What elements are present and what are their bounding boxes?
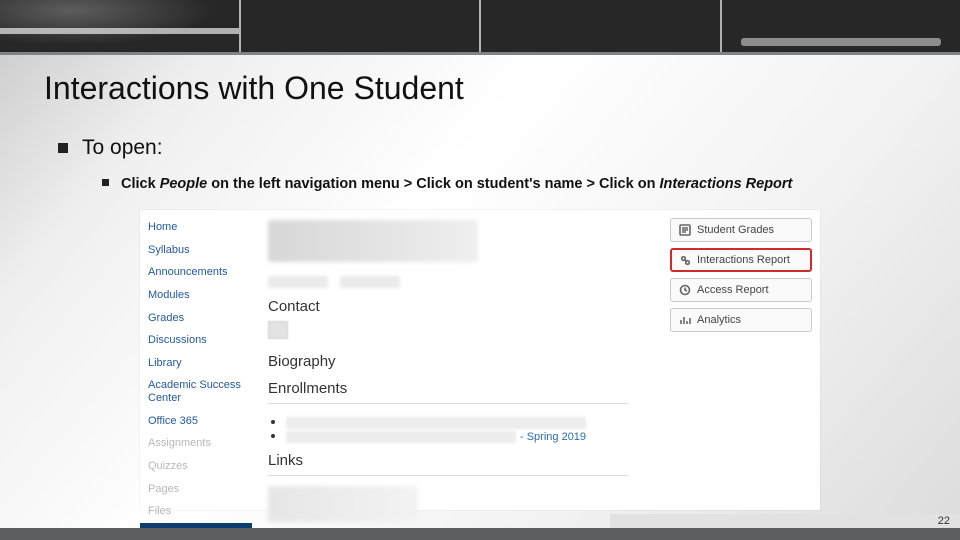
sidebar-item-files[interactable]: Files	[140, 500, 256, 523]
divider	[268, 475, 628, 476]
contact-icon	[268, 321, 288, 339]
contact-heading: Contact	[268, 298, 628, 315]
interactions-report-button[interactable]: Interactions Report	[670, 248, 812, 272]
enrollments-list: - Spring 2019	[268, 414, 628, 442]
sidebar-item-assignments[interactable]: Assignments	[140, 432, 256, 455]
bullet-text-mid: on the left navigation menu > Click on s…	[207, 176, 659, 192]
sidebar-item-syllabus[interactable]: Syllabus	[140, 239, 256, 262]
banner-segment	[720, 0, 960, 52]
embedded-screenshot: HomeSyllabusAnnouncementsModulesGradesDi…	[140, 210, 820, 510]
sidebar-item-library[interactable]: Library	[140, 352, 256, 375]
redacted-name	[268, 220, 478, 262]
banner-underline	[0, 52, 960, 55]
page-number: 22	[938, 515, 950, 527]
button-label: Interactions Report	[697, 254, 790, 266]
biography-heading: Biography	[268, 353, 628, 370]
access-report-button[interactable]: Access Report	[670, 278, 812, 302]
sidebar-item-pages[interactable]: Pages	[140, 478, 256, 501]
right-actions: Student Grades Interactions Report Access …	[670, 218, 812, 332]
top-banner	[0, 0, 960, 52]
sidebar-item-home[interactable]: Home	[140, 216, 256, 239]
redacted-links	[268, 486, 418, 522]
page-title: Interactions with One Student	[44, 70, 464, 107]
sidebar-item-discussions[interactable]: Discussions	[140, 329, 256, 352]
enrollments-heading: Enrollments	[268, 380, 628, 397]
slide: Interactions with One Student To open: C…	[0, 0, 960, 540]
bullet-square-icon	[102, 179, 109, 186]
profile-center: Contact Biography Enrollments - Spring 2…	[268, 220, 628, 522]
bullet-square-icon	[58, 143, 68, 153]
sidebar-item-announcements[interactable]: Announcements	[140, 261, 256, 284]
course-nav: HomeSyllabusAnnouncementsModulesGradesDi…	[140, 216, 256, 540]
bullet-text-people: People	[160, 176, 208, 192]
links-heading: Links	[268, 452, 628, 469]
banner-segment	[0, 0, 239, 52]
footer-light-bar: 22	[610, 514, 960, 528]
button-label: Access Report	[697, 284, 769, 296]
sidebar-item-academic-success-center[interactable]: Academic Success Center	[140, 374, 256, 409]
clock-icon	[679, 284, 691, 296]
bullet-level-2: Click People on the left navigation menu…	[102, 176, 792, 192]
bullet-text: To open:	[82, 136, 163, 159]
bullet-text-lead: Click	[121, 176, 160, 192]
banner-segment	[479, 0, 720, 52]
button-label: Student Grades	[697, 224, 774, 236]
sidebar-item-modules[interactable]: Modules	[140, 284, 256, 307]
bullet-text-ir: Interactions Report	[659, 176, 792, 192]
redacted-field	[286, 417, 586, 429]
list-item	[286, 414, 628, 428]
redacted-field	[268, 276, 328, 288]
interactions-icon	[679, 254, 691, 266]
list-item: - Spring 2019	[286, 428, 628, 442]
button-label: Analytics	[697, 314, 741, 326]
divider	[268, 403, 628, 404]
footer-dark-bar	[0, 528, 960, 540]
redacted-field	[286, 431, 516, 443]
sidebar-item-quizzes[interactable]: Quizzes	[140, 455, 256, 478]
banner-segment	[239, 0, 480, 52]
analytics-icon	[679, 314, 691, 326]
redacted-field	[340, 276, 400, 288]
enrollment-term: - Spring 2019	[520, 431, 586, 443]
bullet-level-1: To open:	[58, 136, 163, 160]
analytics-button[interactable]: Analytics	[670, 308, 812, 332]
grades-icon	[679, 224, 691, 236]
sidebar-item-grades[interactable]: Grades	[140, 307, 256, 330]
student-grades-button[interactable]: Student Grades	[670, 218, 812, 242]
sidebar-item-office-365[interactable]: Office 365	[140, 410, 256, 433]
